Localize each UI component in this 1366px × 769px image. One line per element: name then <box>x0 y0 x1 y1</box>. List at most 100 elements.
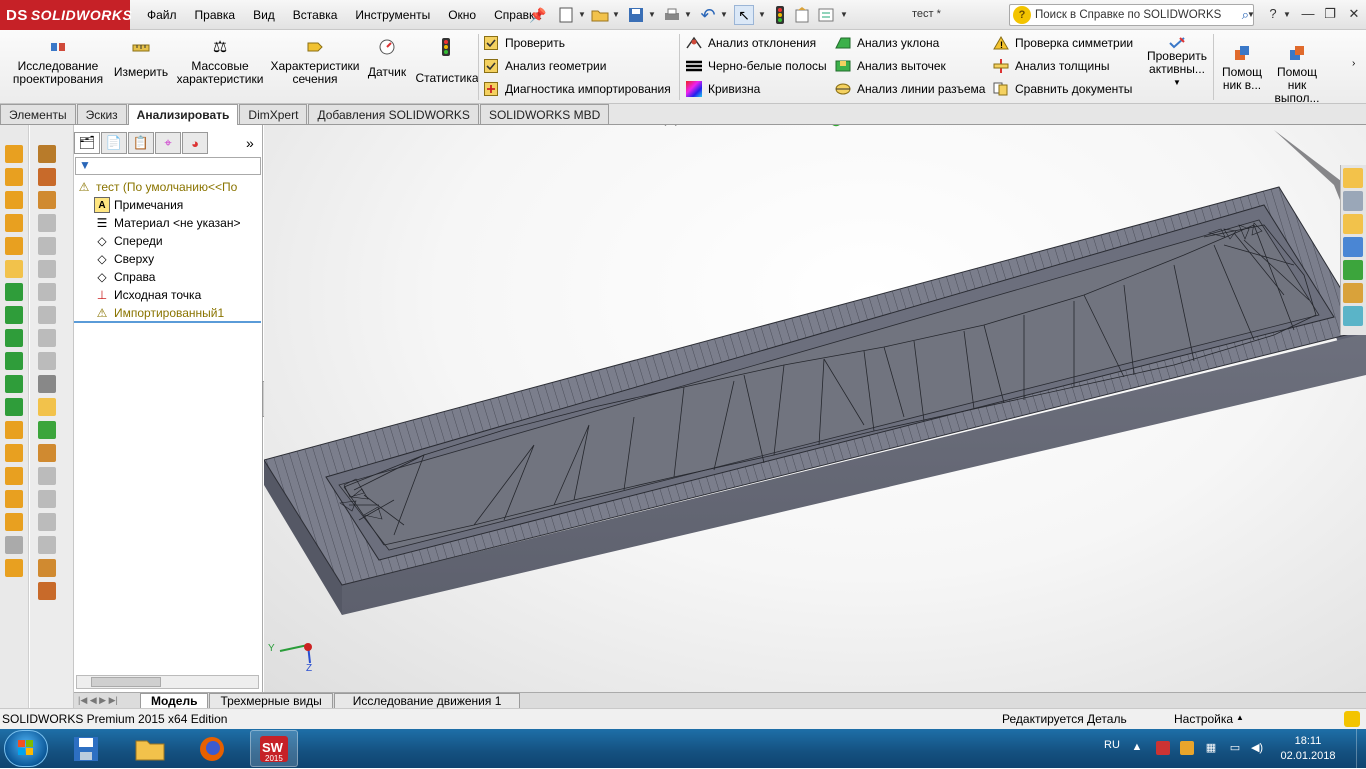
tab-features[interactable]: Элементы <box>0 104 76 124</box>
rebuild-traffic-light-icon[interactable] <box>770 5 790 25</box>
geometry-analysis-button[interactable]: Анализ геометрии <box>483 56 671 76</box>
horizontal-scrollbar[interactable] <box>76 675 259 689</box>
parting-line-analysis-button[interactable]: Анализ линии разъема <box>835 79 985 99</box>
curvature-button[interactable]: Кривизна <box>686 79 827 99</box>
feature-tool-icon[interactable] <box>5 214 23 232</box>
feature-tool-icon[interactable] <box>5 513 23 531</box>
symmetry-check-button[interactable]: ! Проверка симметрии <box>993 33 1133 53</box>
design-library-icon[interactable] <box>1343 191 1363 211</box>
tray-volume-icon[interactable]: ◀) <box>1250 741 1264 755</box>
file-properties-icon[interactable] <box>792 5 812 25</box>
home-icon[interactable] <box>1343 168 1363 188</box>
close-icon[interactable]: ✕ <box>1344 6 1364 24</box>
sketch-tool-icon[interactable] <box>38 168 56 186</box>
chevron-down-icon[interactable]: ▼ <box>1283 10 1291 19</box>
sketch-tool-icon[interactable] <box>38 444 56 462</box>
tray-flag-icon[interactable] <box>1156 741 1170 755</box>
taskbar-save-icon[interactable] <box>62 730 110 767</box>
zebra-stripes-button[interactable]: Черно-белые полосы <box>686 56 827 76</box>
tree-filter-input[interactable]: ▼ <box>75 157 261 175</box>
expand-panel-icon[interactable]: » <box>246 135 254 151</box>
chevron-down-icon[interactable]: ▼ <box>1247 10 1255 19</box>
sketch-tool-icon[interactable] <box>38 536 56 554</box>
view-orientation-icon[interactable]: ⬚ <box>737 125 759 127</box>
display-manager-tab-icon[interactable]: ◕ <box>182 132 208 154</box>
feature-tool-icon[interactable] <box>5 237 23 255</box>
sketch-tool-icon[interactable] <box>38 490 56 508</box>
feature-tool-icon[interactable] <box>5 191 23 209</box>
thickness-analysis-button[interactable]: Анализ толщины <box>993 56 1133 76</box>
tray-network-icon[interactable]: ▦ <box>1204 741 1218 755</box>
feature-tool-icon[interactable] <box>5 467 23 485</box>
feature-tool-icon[interactable] <box>5 145 23 163</box>
sketch-tool-icon[interactable] <box>38 260 56 278</box>
new-document-icon[interactable] <box>556 5 576 25</box>
start-button[interactable] <box>4 730 48 767</box>
check-active-button[interactable]: Проверить активны... ▼ <box>1140 36 1214 89</box>
solidworks-forum-icon[interactable] <box>1343 306 1363 326</box>
sketch-tool-icon[interactable] <box>38 421 56 439</box>
save-icon[interactable] <box>626 5 646 25</box>
chevron-down-icon[interactable]: ▼ <box>840 10 848 19</box>
tree-root[interactable]: ⚠ тест (По умолчанию<<По <box>76 178 238 196</box>
taskbar-explorer-icon[interactable] <box>126 730 174 767</box>
view-settings-icon[interactable]: ▭ <box>847 125 869 127</box>
help-icon[interactable]: ? <box>1263 6 1283 24</box>
feature-tool-icon[interactable] <box>5 490 23 508</box>
feature-tool-icon[interactable] <box>5 283 23 301</box>
property-manager-tab-icon[interactable]: 📄 <box>101 132 127 154</box>
mass-properties-button[interactable]: ⚖ Массовые характеристики <box>174 36 266 86</box>
menu-insert[interactable]: Вставка <box>284 8 347 22</box>
help-search-input[interactable]: ? Поиск в Справке по SOLIDWORKS ⌕ <box>1009 4 1254 26</box>
sketch-tool-icon[interactable] <box>38 191 56 209</box>
tab-3d-views[interactable]: Трехмерные виды <box>209 693 333 708</box>
feature-tool-icon[interactable] <box>5 168 23 186</box>
sketch-tool-icon[interactable] <box>38 214 56 232</box>
edit-appearance-icon[interactable]: ◕ <box>803 125 825 127</box>
display-style-icon[interactable]: ◩ <box>759 125 781 127</box>
taskbar-solidworks-icon[interactable]: SW 2015 <box>250 730 298 767</box>
restore-icon[interactable]: ❐ <box>1320 6 1340 24</box>
tree-item-imported[interactable]: ⚠ Импортированный1 <box>94 304 225 322</box>
sketch-tool-icon[interactable] <box>38 559 56 577</box>
measure-button[interactable]: Измерить <box>112 36 170 79</box>
system-clock[interactable]: 18:11 02.01.2018 <box>1278 734 1338 764</box>
graphics-area[interactable]: 🔍 🔎 ↩ ◧ ⬚ ◩ 👓 ◕ ⬤ ▭ ◫ ◨ — ❐ ✕ Y Z <box>264 125 1366 692</box>
customize-label[interactable]: Настройка <box>1174 712 1233 726</box>
feature-tool-icon[interactable] <box>5 375 23 393</box>
dimxpert-manager-tab-icon[interactable]: ⌖ <box>155 132 181 154</box>
sketch-tool-icon[interactable] <box>38 306 56 324</box>
feature-tool-icon[interactable] <box>5 398 23 416</box>
design-study-button[interactable]: Исследование проектирования <box>8 36 108 86</box>
open-folder-icon[interactable] <box>590 5 610 25</box>
pin-icon[interactable]: 📌 <box>528 5 548 25</box>
tree-item-annotations[interactable]: A Примечания <box>94 196 183 214</box>
hide-show-items-icon[interactable]: 👓 <box>781 125 803 127</box>
zoom-to-area-icon[interactable]: 🔎 <box>671 125 693 127</box>
show-desktop-button[interactable] <box>1356 729 1366 768</box>
configuration-manager-tab-icon[interactable]: 📋 <box>128 132 154 154</box>
statistics-button[interactable]: Статистика <box>414 36 480 85</box>
tab-model[interactable]: Модель <box>140 693 209 708</box>
tab-evaluate[interactable]: Анализировать <box>127 104 239 125</box>
chevron-down-icon[interactable]: ▼ <box>684 10 692 19</box>
menu-tools[interactable]: Инструменты <box>346 8 439 22</box>
feature-tool-icon[interactable] <box>5 329 23 347</box>
sketch-tool-icon[interactable] <box>38 582 56 600</box>
tree-rollback-bar[interactable] <box>74 321 261 323</box>
sketch-tool-icon[interactable] <box>38 145 56 163</box>
compare-documents-button[interactable]: Сравнить документы <box>993 79 1133 99</box>
notification-icon[interactable] <box>1344 711 1360 727</box>
sketch-tool-icon[interactable] <box>38 329 56 347</box>
chevron-up-icon[interactable]: ▲ <box>1236 713 1244 722</box>
view-palette-icon[interactable] <box>1343 237 1363 257</box>
chevron-down-icon[interactable]: ▼ <box>720 10 728 19</box>
tray-chevron-icon[interactable]: ▲ <box>1130 741 1144 755</box>
imported-part-model[interactable] <box>264 125 1366 692</box>
file-explorer-icon[interactable] <box>1343 214 1363 234</box>
assistant-button[interactable]: Помощ ник в... <box>1218 42 1266 92</box>
tree-item-front-plane[interactable]: ◇ Спереди <box>94 232 162 250</box>
language-indicator[interactable]: RU <box>1104 739 1120 751</box>
import-diagnostics-button[interactable]: Диагностика импортирования <box>483 79 671 99</box>
chevron-down-icon[interactable]: ▼ <box>612 10 620 19</box>
